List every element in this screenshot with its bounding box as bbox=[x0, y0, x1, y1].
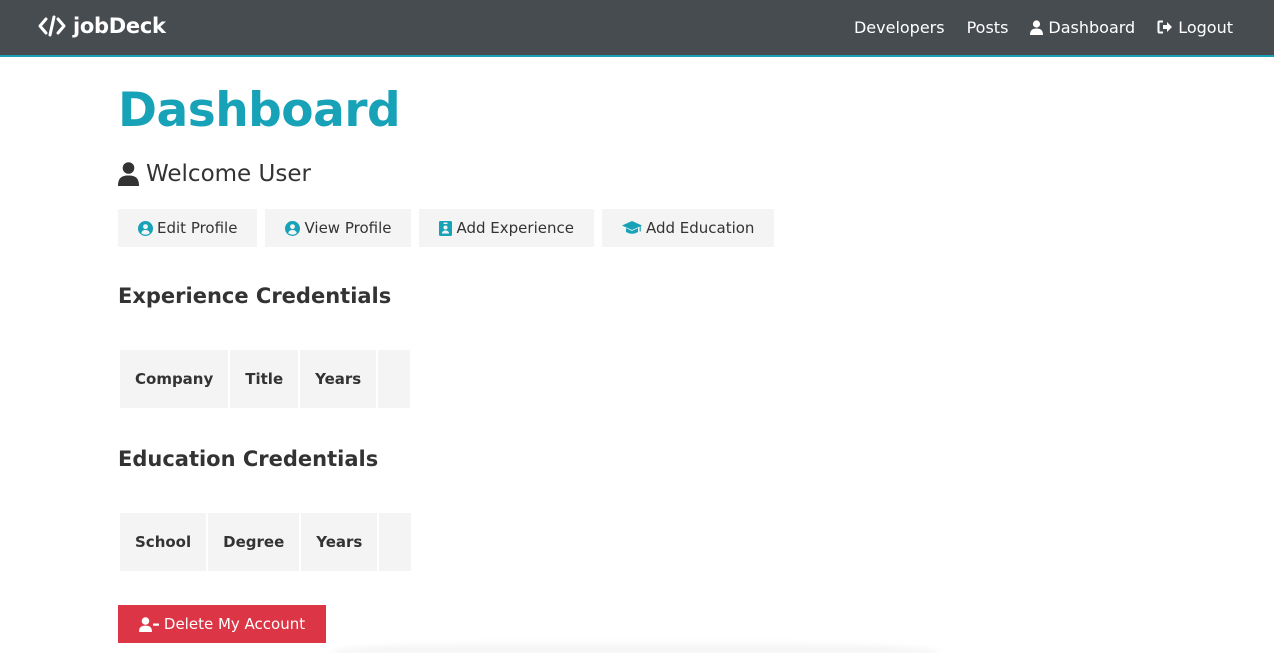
user-minus-icon bbox=[138, 616, 159, 632]
delete-account-button[interactable]: Delete My Account bbox=[118, 605, 326, 643]
graduation-cap-icon bbox=[621, 221, 642, 235]
experience-title: Experience Credentials bbox=[118, 284, 392, 308]
nav-dashboard-label: Dashboard bbox=[1048, 17, 1136, 37]
column-header-years: Years bbox=[300, 350, 377, 408]
user-circle-icon bbox=[138, 220, 153, 236]
nav-developers-link[interactable]: Developers bbox=[854, 18, 945, 37]
edit-profile-button[interactable]: Edit Profile bbox=[118, 209, 258, 247]
brand-name: jobDeck bbox=[73, 14, 166, 38]
column-header-school: School bbox=[120, 513, 207, 571]
nav-posts-label: Posts bbox=[966, 17, 1009, 37]
column-header-actions bbox=[378, 350, 411, 408]
id-badge-icon bbox=[439, 220, 453, 236]
nav-developers-label: Developers bbox=[853, 17, 945, 37]
view-profile-label: View Profile bbox=[304, 219, 392, 237]
delete-account-label: Delete My Account bbox=[163, 615, 306, 633]
education-table: School Degree Years bbox=[118, 511, 413, 573]
add-education-label: Add Education bbox=[645, 219, 755, 237]
column-header-years: Years bbox=[301, 513, 378, 571]
dashboard-actions: Edit Profile View Profile Add Experience… bbox=[118, 209, 775, 247]
user-icon bbox=[1030, 19, 1044, 35]
edit-profile-label: Edit Profile bbox=[157, 219, 238, 237]
nav-dashboard-link[interactable]: Dashboard bbox=[1030, 18, 1135, 37]
brand-link[interactable]: jobDeck bbox=[38, 12, 166, 40]
table-header-row: School Degree Years bbox=[120, 513, 412, 571]
nav-posts-link[interactable]: Posts bbox=[967, 18, 1009, 37]
education-title: Education Credentials bbox=[118, 447, 379, 471]
column-header-company: Company bbox=[120, 350, 229, 408]
column-header-actions bbox=[379, 513, 412, 571]
add-experience-button[interactable]: Add Experience bbox=[419, 209, 594, 247]
page-title: Dashboard bbox=[118, 83, 401, 138]
scroll-shadow bbox=[330, 640, 940, 653]
user-circle-icon bbox=[285, 220, 301, 236]
experience-table: Company Title Years bbox=[118, 348, 412, 410]
nav-logout-label: Logout bbox=[1178, 17, 1233, 37]
add-experience-label: Add Experience bbox=[456, 219, 574, 237]
user-icon bbox=[118, 162, 139, 186]
welcome-text: Welcome User bbox=[146, 161, 311, 187]
table-header-row: Company Title Years bbox=[120, 350, 411, 408]
sign-out-icon bbox=[1157, 20, 1173, 34]
view-profile-button[interactable]: View Profile bbox=[265, 209, 412, 247]
welcome-message: Welcome User bbox=[118, 158, 311, 190]
column-header-title: Title bbox=[230, 350, 299, 408]
nav-links: Developers Posts Dashboard Logout bbox=[854, 14, 1233, 40]
navbar: jobDeck Developers Posts Dashboard Logou… bbox=[0, 0, 1274, 57]
nav-logout-link[interactable]: Logout bbox=[1157, 18, 1233, 37]
add-education-button[interactable]: Add Education bbox=[601, 209, 775, 247]
code-icon bbox=[38, 15, 66, 37]
column-header-degree: Degree bbox=[208, 513, 300, 571]
